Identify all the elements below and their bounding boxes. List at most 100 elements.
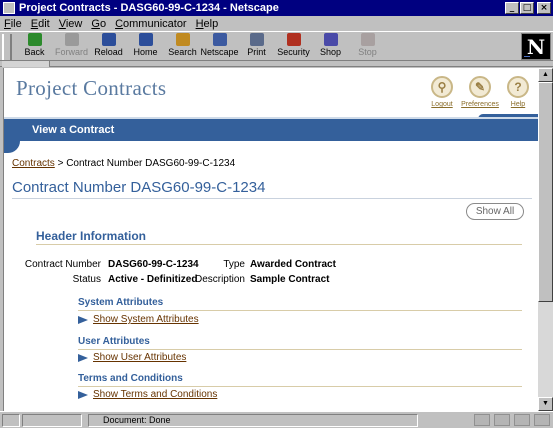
help-label: Help <box>510 101 526 108</box>
forward-arrow-icon <box>64 33 79 46</box>
search-button-label: Search <box>168 47 197 57</box>
menu-help[interactable]: Help <box>196 18 219 30</box>
menu-file[interactable]: File <box>4 18 22 30</box>
component-bar <box>474 414 550 426</box>
help-button[interactable]: ? Help <box>502 76 534 108</box>
connection-status-icon <box>22 413 82 427</box>
show-terms-and-conditions-row: Show Terms and Conditions <box>78 389 217 400</box>
back-button-label: Back <box>24 47 45 57</box>
minimize-button[interactable]: _ <box>505 2 519 14</box>
page-title: Contract Number DASG60-99-C-1234 <box>12 179 266 196</box>
forward-button[interactable]: Forward <box>53 32 90 60</box>
system-attributes-divider <box>78 310 522 311</box>
expand-arrow-icon[interactable] <box>78 390 88 399</box>
breadcrumb: Contracts > Contract Number DASG60-99-C-… <box>12 158 235 169</box>
contract-number-label: Contract Number <box>24 259 101 270</box>
netscape-logo-star <box>524 56 530 57</box>
home-button-label: Home <box>133 47 158 57</box>
status-text: Document: Done <box>88 414 418 427</box>
status-value: Active - Definitized <box>108 274 198 285</box>
security-button[interactable]: Security <box>275 32 312 60</box>
security-status-icon[interactable] <box>2 413 20 427</box>
brand-title: Project Contracts <box>16 76 167 100</box>
netscape-app-icon <box>3 2 15 14</box>
shop-button-label: Shop <box>319 47 342 57</box>
location-toolbar-collapsed <box>0 61 553 67</box>
home-icon <box>138 33 153 46</box>
stop-button-label: Stop <box>358 47 377 57</box>
type-label: Type <box>223 259 245 270</box>
mail-component-icon[interactable] <box>494 414 510 426</box>
show-terms-and-conditions-link[interactable]: Show Terms and Conditions <box>93 389 217 400</box>
toolbar-buttons: Back Forward Reload Home Search Netscape Print… <box>16 32 386 60</box>
title-divider <box>12 198 532 199</box>
show-system-attributes-row: Show System Attributes <box>78 314 199 325</box>
help-icon: ? <box>507 76 529 98</box>
toolbar-grip[interactable] <box>2 34 12 60</box>
location-toolbar-tab[interactable] <box>2 61 50 67</box>
window-titlebar: Project Contracts - DASG60-99-C-1234 - N… <box>0 0 553 16</box>
breadcrumb-link-contracts[interactable]: Contracts <box>12 158 55 169</box>
logout-label: Logout <box>431 101 453 108</box>
composer-component-icon[interactable] <box>534 414 550 426</box>
close-button[interactable]: × <box>537 2 551 14</box>
shop-button[interactable]: Shop <box>312 32 349 60</box>
preferences-icon: ✎ <box>469 76 491 98</box>
scroll-thumb[interactable] <box>538 82 553 302</box>
print-button-label: Print <box>247 47 266 57</box>
discussion-component-icon[interactable] <box>514 414 530 426</box>
navigator-component-icon[interactable] <box>474 414 490 426</box>
stop-button[interactable]: Stop <box>349 32 386 60</box>
system-attributes-title: System Attributes <box>78 297 164 308</box>
netscape-logo[interactable]: N <box>521 33 551 60</box>
preferences-button[interactable]: ✎ Preferences <box>461 76 499 108</box>
scroll-down-arrow-icon[interactable]: ▼ <box>538 397 553 411</box>
menu-go[interactable]: Go <box>91 18 106 30</box>
description-value: Sample Contract <box>250 274 330 285</box>
user-attributes-title: User Attributes <box>78 336 150 347</box>
reload-button-label: Reload <box>94 47 123 57</box>
banner-curve-decoration <box>4 141 20 153</box>
show-system-attributes-link[interactable]: Show System Attributes <box>93 314 199 325</box>
page-banner: View a Contract <box>4 119 538 141</box>
page-content: Project Contracts ⚲ Logout ✎ Preferences… <box>3 68 538 411</box>
status-label: Status <box>72 274 101 285</box>
netscape-button[interactable]: Netscape <box>200 32 239 60</box>
window-title: Project Contracts - DASG60-99-C-1234 - N… <box>19 2 279 14</box>
back-arrow-icon <box>27 33 42 46</box>
show-user-attributes-link[interactable]: Show User Attributes <box>93 352 186 363</box>
lock-icon <box>286 33 301 46</box>
breadcrumb-current: Contract Number DASG60-99-C-1234 <box>66 158 236 169</box>
status-bar: Document: Done <box>0 411 553 428</box>
expand-arrow-icon[interactable] <box>78 315 88 324</box>
header-information-title: Header Information <box>36 229 147 243</box>
breadcrumb-separator: > <box>54 158 67 169</box>
scroll-up-arrow-icon[interactable]: ▲ <box>538 68 553 82</box>
menu-edit[interactable]: Edit <box>31 18 50 30</box>
netscape-button-label: Netscape <box>200 47 239 57</box>
type-value: Awarded Contract <box>250 259 336 270</box>
header-information-divider <box>36 244 522 245</box>
menu-communicator[interactable]: Communicator <box>115 18 187 30</box>
maximize-button[interactable]: □ <box>520 2 534 14</box>
terms-and-conditions-title: Terms and Conditions <box>78 373 183 384</box>
print-button[interactable]: Print <box>238 32 275 60</box>
show-all-button[interactable]: Show All <box>466 203 524 220</box>
home-button[interactable]: Home <box>127 32 164 60</box>
menu-bar: File Edit View Go Communicator Help <box>0 16 553 31</box>
search-button[interactable]: Search <box>164 32 201 60</box>
stop-icon <box>360 33 375 46</box>
global-icons: ⚲ Logout ✎ Preferences ? Help <box>426 76 534 108</box>
netscape-icon <box>212 33 227 46</box>
vertical-scrollbar[interactable]: ▲ ▼ <box>538 68 553 411</box>
terms-and-conditions-divider <box>78 386 522 387</box>
expand-arrow-icon[interactable] <box>78 353 88 362</box>
menu-view[interactable]: View <box>59 18 83 30</box>
window-controls: _ □ × <box>505 2 551 14</box>
security-button-label: Security <box>277 47 310 57</box>
reload-button[interactable]: Reload <box>90 32 127 60</box>
logout-button[interactable]: ⚲ Logout <box>426 76 458 108</box>
back-button[interactable]: Back <box>16 32 53 60</box>
description-label: Description <box>194 274 245 285</box>
reload-icon <box>101 33 116 46</box>
